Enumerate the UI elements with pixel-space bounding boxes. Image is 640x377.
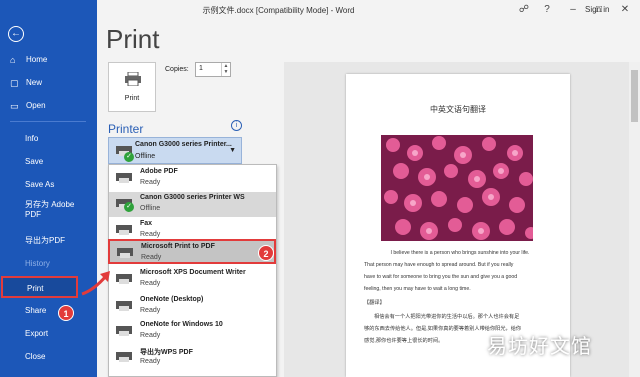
- document-title: 中英文语句翻译: [430, 105, 486, 114]
- help-icon[interactable]: ?: [540, 3, 554, 17]
- sidebar-item-info[interactable]: Info: [0, 128, 97, 150]
- copies-label: Copies:: [165, 66, 189, 73]
- printer-option-onenote-win10[interactable]: OneNote for Windows 10 Ready: [109, 319, 276, 344]
- ready-check-icon: ✓: [124, 202, 134, 212]
- preview-line: have to wait for someone to bring you th…: [364, 274, 518, 280]
- printer-icon: [116, 352, 132, 362]
- printer-heading: Printer: [108, 122, 144, 136]
- window-title: 示例文件.docx [Compatibility Mode] - Word: [202, 6, 355, 15]
- restore-icon[interactable]: □: [592, 3, 606, 17]
- sidebar-item-export[interactable]: Export: [0, 323, 97, 345]
- sidebar-item-close[interactable]: Close: [0, 346, 97, 368]
- printer-icon: [116, 274, 132, 284]
- printer-option-microsoft-print-to-pdf[interactable]: Microsoft Print to PDF Ready: [108, 239, 276, 264]
- fax-icon: [116, 225, 132, 235]
- printer-icon: [116, 173, 132, 183]
- preview-line: 相信会有一个人把阳光带进你的生活中以后。那个人也许会有足: [374, 314, 520, 320]
- printer-icon: [116, 301, 132, 311]
- sidebar-item-save[interactable]: Save: [0, 151, 97, 173]
- scrollbar-thumb[interactable]: [631, 70, 638, 122]
- title-bar: 示例文件.docx [Compatibility Mode] - Word Si…: [97, 0, 640, 22]
- step-badge-2: 2: [258, 245, 274, 261]
- sidebar-item-export-pdf[interactable]: 导出为PDF: [0, 230, 97, 252]
- watermark-text: 易坊好文馆: [487, 336, 592, 358]
- sidebar-item-home[interactable]: ⌂ Home: [0, 49, 97, 71]
- printer-icon: [125, 72, 141, 86]
- sidebar-item-new[interactable]: ▢ New: [0, 72, 97, 94]
- minimize-icon[interactable]: –: [566, 3, 580, 17]
- chevron-down-icon: ▼: [229, 147, 236, 154]
- spin-arrows-icon[interactable]: ▲ ▼: [221, 63, 230, 76]
- new-doc-icon: ▢: [10, 78, 19, 88]
- preview-line: feeling, then you may have to wait a lon…: [364, 286, 471, 292]
- page-title: Print: [106, 24, 160, 54]
- preview-line: 【翻译】: [364, 300, 385, 306]
- flower-photo: [381, 135, 533, 241]
- info-icon[interactable]: i: [231, 120, 242, 131]
- preview-line: That person may have enough to spread ar…: [364, 262, 514, 268]
- preview-scrollbar[interactable]: [629, 62, 640, 377]
- print-button[interactable]: Print: [108, 62, 156, 112]
- printer-select[interactable]: ✓ Canon G3000 series Printer... Offline …: [108, 137, 242, 164]
- sidebar-item-print[interactable]: Print: [1, 276, 78, 298]
- pointer-arrow-icon: [81, 271, 110, 296]
- printer-option-canon[interactable]: ✓ Canon G3000 series Printer WS Offline: [109, 192, 276, 217]
- preview-line: I believe there is a person who brings s…: [390, 250, 530, 256]
- printer-icon: [117, 248, 133, 258]
- printer-icon: [116, 326, 132, 336]
- sidebar-item-open[interactable]: ▭ Open: [0, 95, 97, 117]
- sidebar-divider: [10, 121, 86, 122]
- copies-stepper[interactable]: 1 ▲ ▼: [195, 62, 231, 77]
- sidebar-item-save-as[interactable]: Save As: [0, 174, 97, 196]
- printer-option-adobe-pdf[interactable]: Adobe PDF Ready: [109, 166, 276, 191]
- home-icon: ⌂: [10, 55, 16, 65]
- sidebar-item-share[interactable]: Share: [0, 300, 97, 322]
- backstage-sidebar: ← ⌂ Home ▢ New ▭ Open Info Save Save As 另存为…: [0, 0, 97, 377]
- printer-option-wps-pdf[interactable]: 导出为WPS PDF Ready: [109, 345, 276, 370]
- sidebar-item-save-as-adobe-pdf[interactable]: 另存为 Adobe PDF: [0, 200, 80, 222]
- printer-option-onenote-desktop[interactable]: OneNote (Desktop) Ready: [109, 294, 276, 319]
- close-icon[interactable]: ✕: [618, 3, 632, 17]
- back-arrow-icon[interactable]: ←: [8, 26, 24, 42]
- share-icon[interactable]: ☍: [517, 3, 531, 17]
- folder-icon: ▭: [10, 101, 19, 111]
- printer-option-xps-writer[interactable]: Microsoft XPS Document Writer Ready: [109, 267, 276, 292]
- ready-check-icon: ✓: [124, 152, 134, 162]
- printer-dropdown-list: Adobe PDF Ready ✓ Canon G3000 series Pri…: [108, 164, 277, 377]
